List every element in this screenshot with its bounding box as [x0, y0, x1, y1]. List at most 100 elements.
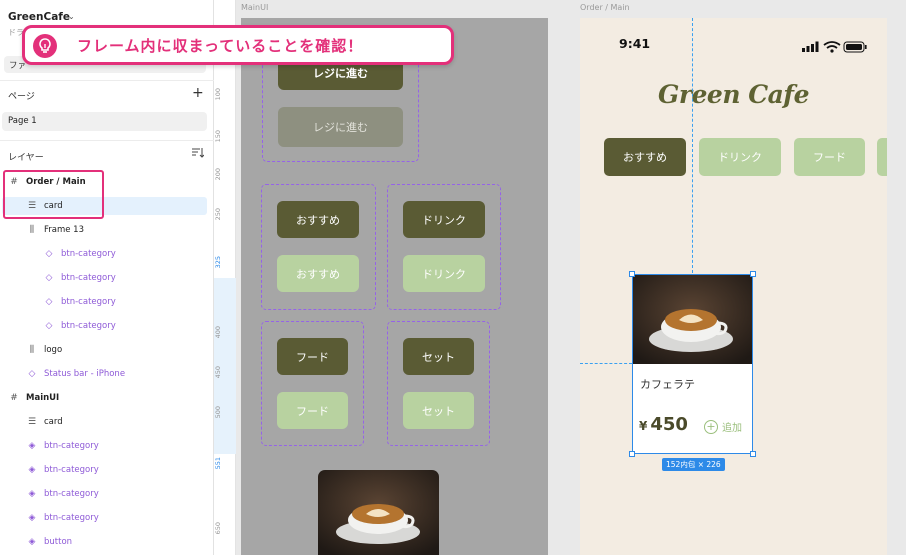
- ruler-mark: 250: [214, 208, 222, 221]
- layer-label: card: [44, 201, 63, 211]
- layer-label: btn-category: [44, 513, 99, 523]
- component-icon: ◈: [28, 441, 36, 451]
- ruler-mark: 150: [214, 130, 222, 143]
- layer-label: button: [44, 537, 73, 547]
- product-card-selected[interactable]: カフェラテ ¥450 + 追加: [632, 274, 753, 454]
- category-button-light[interactable]: おすすめ: [277, 255, 359, 292]
- ruler-mark: 551: [214, 457, 222, 470]
- frame-label-mainui[interactable]: MainUI: [241, 3, 268, 12]
- frame-label-order-main[interactable]: Order / Main: [580, 3, 630, 12]
- tip-banner: フレーム内に収まっていることを確認！: [22, 25, 454, 65]
- layer-label: logo: [44, 345, 63, 355]
- instance-icon: ◇: [28, 369, 36, 379]
- status-time: 9:41: [619, 36, 651, 51]
- pages-heading: ページ: [8, 92, 35, 102]
- layer-btn-category[interactable]: ◇ btn-category: [2, 317, 207, 335]
- layer-label: btn-category: [61, 249, 116, 259]
- layer-card[interactable]: ☰ card: [2, 413, 207, 431]
- category-tab[interactable]: ドリンク: [699, 138, 781, 176]
- layer-btn-category[interactable]: ◈ btn-category: [2, 461, 207, 479]
- component-instance-icon: ☰: [27, 201, 37, 211]
- layer-label: Status bar - iPhone: [44, 369, 126, 379]
- page-item[interactable]: Page 1: [2, 112, 207, 131]
- plus-circle-icon: +: [704, 419, 718, 434]
- layer-label: btn-category: [61, 297, 116, 307]
- category-button-dark[interactable]: おすすめ: [277, 201, 359, 238]
- ruler-mark: 450: [214, 366, 222, 379]
- card-component-image[interactable]: [318, 470, 439, 555]
- layer-card-selected[interactable]: ☰ card: [2, 197, 207, 215]
- resize-handle[interactable]: [629, 271, 635, 277]
- ruler-mark: 200: [214, 168, 222, 181]
- ruler-mark: 100: [214, 88, 222, 101]
- product-image: [633, 275, 752, 364]
- component-icon: ☰: [27, 417, 37, 427]
- instance-icon: ◇: [45, 249, 53, 259]
- category-button-light[interactable]: フード: [277, 392, 348, 429]
- file-name[interactable]: GreenCafe: [8, 11, 70, 23]
- ruler-mark: 500: [214, 406, 222, 419]
- product-price: ¥450: [639, 414, 688, 435]
- layer-btn-category[interactable]: ◈ btn-category: [2, 485, 207, 503]
- layer-label: btn-category: [44, 441, 99, 451]
- divider: [0, 140, 214, 141]
- layer-btn-category[interactable]: ◇ btn-category: [2, 269, 207, 287]
- layer-label: Order / Main: [26, 177, 86, 187]
- category-button-dark[interactable]: フード: [277, 338, 348, 375]
- layer-status-bar[interactable]: ◇ Status bar - iPhone: [2, 365, 207, 383]
- layer-label: btn-category: [61, 273, 116, 283]
- auto-layout-icon: ⫼: [29, 225, 35, 235]
- layer-btn-category[interactable]: ◇ btn-category: [2, 245, 207, 263]
- add-label: 追加: [722, 423, 742, 434]
- category-button-dark[interactable]: セット: [403, 338, 474, 375]
- category-tab[interactable]: フード: [794, 138, 865, 176]
- checkout-button-disabled[interactable]: レジに進む: [278, 107, 403, 147]
- sort-icon[interactable]: [192, 148, 205, 161]
- page-item-label: Page 1: [8, 116, 37, 126]
- layer-label: btn-category: [44, 465, 99, 475]
- category-tab-partial[interactable]: [877, 138, 887, 176]
- instance-icon: ◇: [45, 273, 53, 283]
- layer-label: Frame 13: [44, 225, 85, 235]
- tip-text: フレーム内に収まっていることを確認！: [77, 37, 364, 55]
- layer-mainui[interactable]: # MainUI: [2, 389, 207, 407]
- vertical-ruler: 100 150 200 250 325 400 450 500 551 650: [214, 0, 236, 555]
- component-icon: ◈: [28, 537, 36, 547]
- instance-icon: ◇: [45, 321, 53, 331]
- wifi-icon: [823, 41, 841, 53]
- resize-handle[interactable]: [629, 451, 635, 457]
- layer-logo[interactable]: ⫼ logo: [2, 341, 207, 359]
- green-cafe-logo[interactable]: Green Cafe: [580, 80, 887, 109]
- add-to-cart-button[interactable]: + 追加: [704, 419, 742, 434]
- center-guide-vertical: [692, 18, 693, 273]
- price-value: 450: [650, 414, 688, 435]
- chevron-down-icon[interactable]: ⌄: [68, 12, 75, 21]
- category-button-light[interactable]: セット: [403, 392, 474, 429]
- resize-handle[interactable]: [750, 451, 756, 457]
- layer-button[interactable]: ◈ button: [2, 533, 207, 551]
- resize-handle[interactable]: [750, 271, 756, 277]
- component-icon: ◈: [28, 465, 36, 475]
- layer-btn-category[interactable]: ◇ btn-category: [2, 293, 207, 311]
- layer-label: btn-category: [44, 489, 99, 499]
- battery-icon: [843, 41, 867, 53]
- frame-icon: #: [10, 177, 18, 187]
- add-page-icon[interactable]: +: [192, 86, 204, 100]
- product-name: カフェラテ: [640, 378, 695, 391]
- layer-btn-category[interactable]: ◈ btn-category: [2, 509, 207, 527]
- category-button-light[interactable]: ドリンク: [403, 255, 485, 292]
- layer-order-main[interactable]: # Order / Main: [2, 173, 207, 191]
- category-button-dark[interactable]: ドリンク: [403, 201, 485, 238]
- layer-btn-category[interactable]: ◈ btn-category: [2, 437, 207, 455]
- layer-label: MainUI: [26, 393, 60, 403]
- ruler-mark: 400: [214, 326, 222, 339]
- frame-icon: #: [10, 393, 18, 403]
- layer-frame-13[interactable]: ⫼ Frame 13: [2, 221, 207, 239]
- center-guide-horizontal: [580, 363, 632, 364]
- category-tab-active[interactable]: おすすめ: [604, 138, 686, 176]
- status-icons: [802, 38, 868, 57]
- ruler-mark: 325: [214, 256, 222, 269]
- layers-panel: GreenCafe ⌄ ドラ ファ ページ + Page 1 レイヤー # Or…: [0, 0, 214, 555]
- currency-symbol: ¥: [639, 419, 648, 433]
- component-icon: ◈: [28, 489, 36, 499]
